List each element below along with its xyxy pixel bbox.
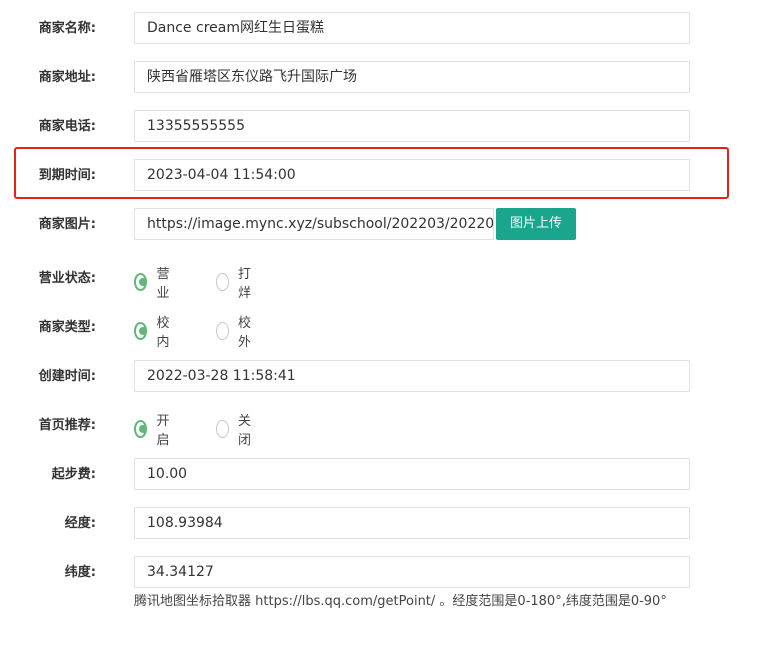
merchant-image-label: 商家图片: (38, 217, 96, 232)
merchant-phone-label: 商家电话: (38, 119, 96, 134)
radio-label: 开启 (156, 414, 170, 448)
longitude-label: 经度: (64, 516, 96, 531)
merchant-phone-input[interactable]: 13355555555 (134, 110, 690, 142)
business-status-label: 营业状态: (38, 271, 96, 286)
radio-off-campus[interactable]: 校外 (216, 316, 256, 350)
radio-label: 营业 (156, 267, 170, 301)
radio-checked-icon (134, 420, 148, 438)
radio-unchecked-icon (216, 322, 230, 340)
merchant-image-input[interactable]: https://image.mync.xyz/subschool/202203/… (134, 208, 494, 240)
created-time-label: 创建时间: (38, 369, 96, 384)
coordinate-hint-text: 腾讯地图坐标拾取器 https://lbs.qq.com/getPoint/ 。… (134, 594, 667, 609)
latitude-label: 纬度: (64, 565, 96, 580)
latitude-input[interactable]: 34.34127 (134, 556, 690, 588)
merchant-name-label: 商家名称: (38, 21, 96, 36)
radio-checked-icon (134, 273, 148, 291)
radio-label: 校内 (156, 316, 170, 350)
image-upload-button[interactable]: 图片上传 (496, 208, 576, 240)
min-fee-label: 起步费: (51, 467, 96, 482)
radio-label: 校外 (238, 316, 252, 350)
radio-closed-business[interactable]: 打烊 (216, 267, 256, 301)
radio-checked-icon (134, 322, 148, 340)
radio-label: 打烊 (238, 267, 252, 301)
min-fee-input[interactable]: 10.00 (134, 458, 690, 490)
radio-label: 关闭 (238, 414, 252, 448)
merchant-address-label: 商家地址: (38, 70, 96, 85)
longitude-input[interactable]: 108.93984 (134, 507, 690, 539)
radio-open-business[interactable]: 营业 (134, 267, 174, 301)
expire-time-label: 到期时间: (38, 168, 96, 183)
radio-recommend-on[interactable]: 开启 (134, 414, 174, 448)
radio-unchecked-icon (216, 273, 230, 291)
radio-recommend-off[interactable]: 关闭 (216, 414, 256, 448)
radio-unchecked-icon (216, 420, 230, 438)
radio-on-campus[interactable]: 校内 (134, 316, 174, 350)
merchant-name-input[interactable]: Dance cream网红生日蛋糕 (134, 12, 690, 44)
merchant-address-input[interactable]: 陕西省雁塔区东仪路飞升国际广场 (134, 61, 690, 93)
expire-time-input[interactable]: 2023-04-04 11:54:00 (134, 159, 690, 191)
created-time-input[interactable]: 2022-03-28 11:58:41 (134, 360, 690, 392)
merchant-type-label: 商家类型: (38, 320, 96, 335)
homepage-recommend-label: 首页推荐: (38, 418, 96, 433)
